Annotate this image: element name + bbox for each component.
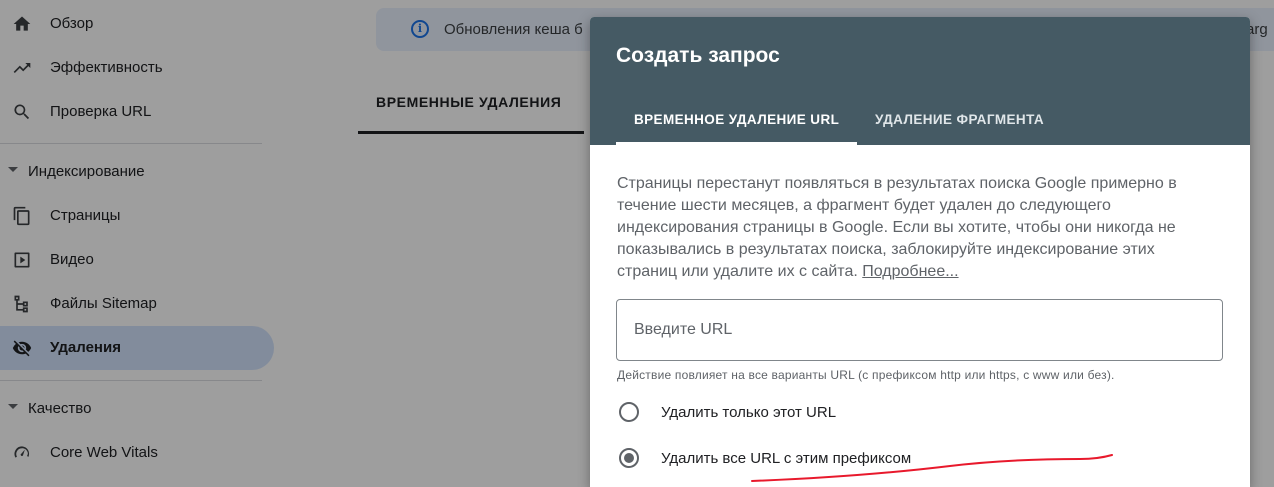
- radio-label: Удалить только этот URL: [661, 404, 837, 421]
- tab-snippet-removal[interactable]: УДАЛЕНИЕ ФРАГМЕНТА: [857, 97, 1067, 145]
- url-input[interactable]: [616, 299, 1223, 361]
- radio-button[interactable]: [619, 402, 639, 422]
- create-request-dialog: Создать запрос ВРЕМЕННОЕ УДАЛЕНИЕ URL УД…: [590, 17, 1250, 487]
- radio-remove-this-url[interactable]: Удалить только этот URL: [616, 399, 1216, 427]
- url-hint: Действие повлияет на все варианты URL (с…: [617, 368, 1115, 382]
- radio-remove-prefix[interactable]: Удалить все URL с этим префиксом: [616, 445, 1216, 473]
- tab-label: ВРЕМЕННОЕ УДАЛЕНИЕ URL: [634, 112, 840, 127]
- dialog-description: Страницы перестанут появляться в результ…: [617, 173, 1217, 283]
- tab-label: УДАЛЕНИЕ ФРАГМЕНТА: [875, 112, 1045, 127]
- dialog-header: Создать запрос ВРЕМЕННОЕ УДАЛЕНИЕ URL УД…: [590, 17, 1250, 145]
- tab-temporary-url-removal[interactable]: ВРЕМЕННОЕ УДАЛЕНИЕ URL: [616, 97, 857, 145]
- radio-label: Удалить все URL с этим префиксом: [661, 450, 912, 467]
- radio-button[interactable]: [619, 448, 639, 468]
- learn-more-link[interactable]: Подробнее...: [862, 263, 958, 280]
- dialog-title: Создать запрос: [616, 44, 780, 67]
